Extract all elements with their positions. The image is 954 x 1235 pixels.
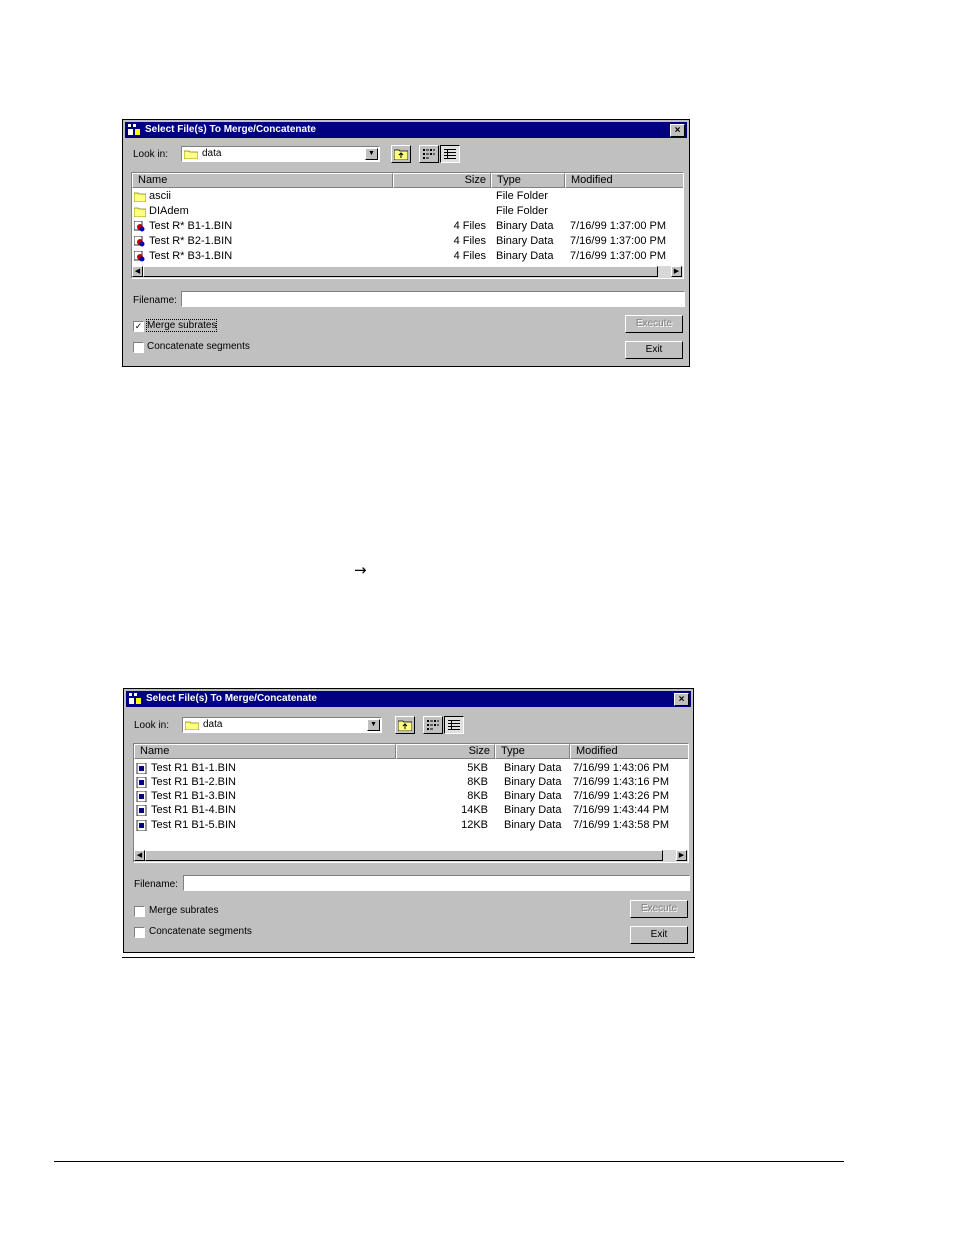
horizontal-scrollbar[interactable]: ◀ ▶	[132, 266, 683, 278]
binary-file-icon	[136, 777, 147, 788]
chevron-down-icon[interactable]: ▼	[365, 148, 378, 160]
concatenate-segments-label[interactable]: Concatenate segments	[149, 926, 252, 937]
close-icon[interactable]: ×	[674, 693, 689, 706]
look-in-label: Look in:	[133, 149, 169, 160]
look-in-combo[interactable]: data ▼	[181, 146, 380, 162]
scroll-right-icon[interactable]: ▶	[671, 266, 682, 277]
multi-file-icon	[134, 221, 145, 232]
list-item[interactable]: Test R* B1-1.BIN 4 Files Binary Data 7/1…	[132, 219, 683, 234]
column-header-type[interactable]: Type	[495, 744, 570, 759]
list-item[interactable]: ascii File Folder	[132, 189, 683, 204]
details-view-button[interactable]	[440, 145, 460, 163]
details-view-icon	[444, 149, 456, 159]
dialog-title: Select File(s) To Merge/Concatenate	[146, 693, 317, 704]
multi-file-icon	[134, 236, 145, 247]
column-header-size[interactable]: Size	[393, 173, 491, 188]
column-header-modified[interactable]: Modified	[565, 173, 683, 188]
horizontal-scrollbar[interactable]: ◀ ▶	[134, 850, 688, 862]
page-footer-rule	[54, 1161, 844, 1162]
binary-file-icon	[136, 791, 147, 802]
look-in-value: data	[202, 148, 222, 159]
multi-file-icon	[134, 251, 145, 262]
app-icon	[129, 693, 141, 704]
title-bar[interactable]: Select File(s) To Merge/Concatenate ×	[125, 122, 687, 138]
title-bar[interactable]: Select File(s) To Merge/Concatenate ×	[126, 691, 691, 707]
list-item[interactable]: Test R1 B1-5.BIN 12KB Binary Data 7/16/9…	[134, 818, 688, 833]
exit-button[interactable]: Exit	[630, 926, 688, 944]
exit-button[interactable]: Exit	[625, 341, 683, 359]
execute-button[interactable]: Execute	[625, 315, 683, 333]
figure-underline	[122, 957, 695, 958]
column-header-type[interactable]: Type	[491, 173, 565, 188]
look-in-label: Look in:	[134, 720, 170, 731]
column-header-name[interactable]: Name	[132, 173, 393, 188]
list-item[interactable]: Test R* B2-1.BIN 4 Files Binary Data 7/1…	[132, 234, 683, 249]
dialog-title: Select File(s) To Merge/Concatenate	[145, 124, 316, 135]
folder-icon	[185, 721, 199, 730]
scroll-right-icon[interactable]: ▶	[676, 850, 687, 861]
up-folder-icon	[398, 720, 412, 731]
filename-label: Filename:	[134, 879, 178, 890]
column-header-size[interactable]: Size	[396, 744, 495, 759]
list-view-icon	[423, 149, 435, 159]
details-view-button[interactable]	[444, 716, 464, 734]
filename-label: Filename:	[133, 295, 177, 306]
list-item[interactable]: Test R1 B1-4.BIN 14KB Binary Data 7/16/9…	[134, 803, 688, 818]
scroll-thumb[interactable]	[145, 850, 663, 861]
scroll-thumb[interactable]	[143, 266, 658, 277]
list-view-icon	[427, 720, 439, 730]
binary-file-icon	[136, 820, 147, 831]
look-in-combo[interactable]: data ▼	[182, 717, 382, 733]
concatenate-segments-label[interactable]: Concatenate segments	[147, 341, 250, 352]
list-item[interactable]: Test R1 B1-1.BIN 5KB Binary Data 7/16/99…	[134, 761, 688, 776]
column-header-name[interactable]: Name	[134, 744, 396, 759]
app-icon	[128, 124, 140, 135]
file-list[interactable]: Name Size Type Modified Test R1 B1-1.BIN…	[133, 743, 689, 863]
binary-file-icon	[136, 805, 147, 816]
merge-subrates-checkbox[interactable]: ✓	[133, 321, 144, 332]
chevron-down-icon[interactable]: ▼	[367, 719, 380, 731]
arrow-right-icon: →	[354, 561, 367, 579]
list-view-button[interactable]	[423, 716, 443, 734]
look-in-value: data	[203, 719, 223, 730]
column-header-modified[interactable]: Modified	[570, 744, 688, 759]
filename-field[interactable]	[183, 875, 690, 891]
merge-dialog-2: Select File(s) To Merge/Concatenate × Lo…	[123, 688, 694, 953]
folder-icon	[134, 192, 146, 202]
up-folder-icon	[394, 149, 408, 160]
binary-file-icon	[136, 763, 147, 774]
concatenate-segments-checkbox[interactable]	[133, 342, 144, 353]
scroll-left-icon[interactable]: ◀	[132, 266, 143, 277]
file-list[interactable]: Name Size Type Modified ascii File Folde…	[131, 172, 684, 279]
merge-dialog-1: Select File(s) To Merge/Concatenate × Lo…	[122, 119, 690, 367]
folder-icon	[134, 207, 146, 217]
scroll-left-icon[interactable]: ◀	[134, 850, 145, 861]
close-icon[interactable]: ×	[670, 124, 685, 137]
execute-button[interactable]: Execute	[630, 900, 688, 918]
merge-subrates-label[interactable]: Merge subrates	[145, 319, 218, 332]
list-view-button[interactable]	[419, 145, 439, 163]
merge-subrates-checkbox[interactable]	[134, 906, 145, 917]
filename-field[interactable]	[181, 291, 685, 307]
concatenate-segments-checkbox[interactable]	[134, 927, 145, 938]
list-item[interactable]: DIAdem File Folder	[132, 204, 683, 219]
list-item[interactable]: Test R1 B1-2.BIN 8KB Binary Data 7/16/99…	[134, 775, 688, 790]
folder-icon	[184, 150, 198, 159]
merge-subrates-label[interactable]: Merge subrates	[149, 905, 218, 916]
list-item[interactable]: Test R* B3-1.BIN 4 Files Binary Data 7/1…	[132, 249, 683, 264]
details-view-icon	[448, 720, 460, 730]
list-item[interactable]: Test R1 B1-3.BIN 8KB Binary Data 7/16/99…	[134, 789, 688, 804]
up-folder-button[interactable]	[395, 716, 415, 734]
up-folder-button[interactable]	[391, 145, 411, 163]
